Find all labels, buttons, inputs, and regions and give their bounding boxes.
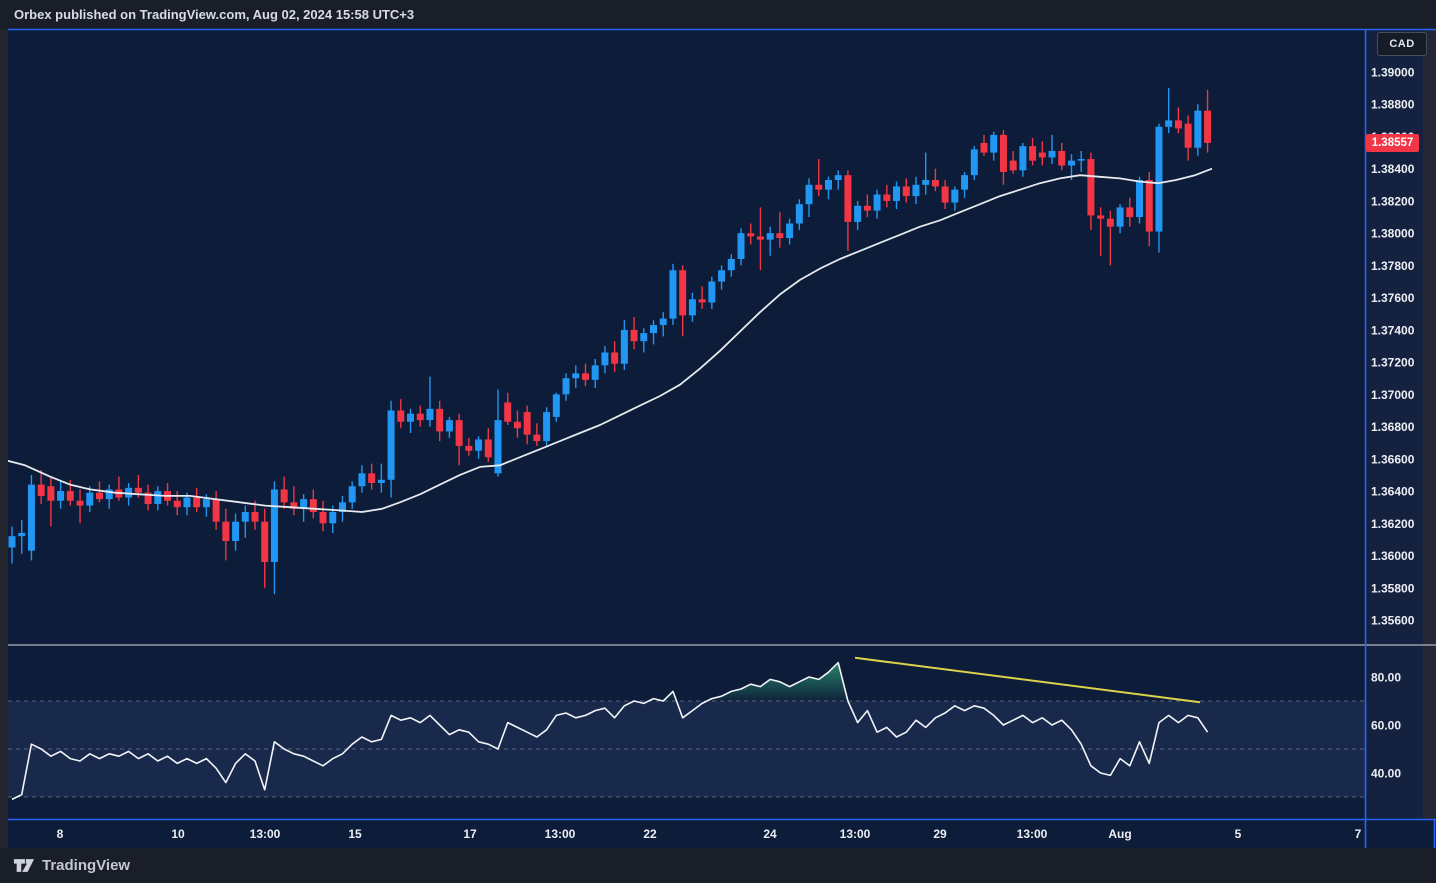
price-axis-label: 1.36800 (1371, 420, 1415, 434)
symbol-currency-label[interactable]: CAD (1377, 32, 1427, 56)
time-axis-label: 5 (1235, 827, 1242, 841)
price-axis-label: 1.37000 (1371, 388, 1415, 402)
rsi-axis-label: 60.00 (1371, 719, 1401, 733)
time-axis-label: 8 (57, 827, 64, 841)
time-axis-label: 13:00 (545, 827, 576, 841)
tradingview-logo-icon[interactable] (13, 857, 35, 874)
tradingview-brand-text[interactable]: TradingView (42, 857, 130, 874)
price-axis-label: 1.37400 (1371, 323, 1415, 337)
price-axis-label: 1.39000 (1371, 66, 1415, 80)
left-margin-strip (0, 29, 8, 848)
last-price-badge: 1.38557 (1366, 134, 1419, 152)
price-axis-label: 1.37200 (1371, 356, 1415, 370)
price-axis-label: 1.38400 (1371, 162, 1415, 176)
chart-canvas[interactable]: 1.390001.388001.386001.384001.382001.380… (0, 0, 1436, 883)
price-axis-label: 1.35800 (1371, 581, 1415, 595)
footer-bar: TradingView (0, 848, 1436, 883)
price-axis-label: 1.38200 (1371, 194, 1415, 208)
rsi-axis-label: 80.00 (1371, 671, 1401, 685)
right-gutter (1423, 29, 1436, 819)
time-axis-label: 13:00 (840, 827, 871, 841)
price-axis-label: 1.36000 (1371, 549, 1415, 563)
price-axis-label: 1.37800 (1371, 259, 1415, 273)
tradingview-published-chart: Orbex published on TradingView.com, Aug … (0, 0, 1436, 883)
rsi-axis-label: 40.00 (1371, 767, 1401, 781)
price-axis-label: 1.36400 (1371, 485, 1415, 499)
time-axis-label: 17 (463, 827, 477, 841)
price-axis-label: 1.36200 (1371, 517, 1415, 531)
price-axis-label: 1.38000 (1371, 227, 1415, 241)
time-axis-label: 24 (763, 827, 777, 841)
time-axis-label: 13:00 (250, 827, 281, 841)
price-axis-label: 1.36600 (1371, 452, 1415, 466)
time-axis-label: Aug (1108, 827, 1131, 841)
price-axis-label: 1.35600 (1371, 613, 1415, 627)
time-axis-label: 15 (348, 827, 362, 841)
time-axis-label: 10 (171, 827, 185, 841)
price-axis-label: 1.38800 (1371, 98, 1415, 112)
time-axis-label: 22 (643, 827, 657, 841)
price-axis-label: 1.37600 (1371, 291, 1415, 305)
time-axis-label: 7 (1355, 827, 1362, 841)
time-axis-label: 29 (933, 827, 947, 841)
time-axis-label: 13:00 (1017, 827, 1048, 841)
